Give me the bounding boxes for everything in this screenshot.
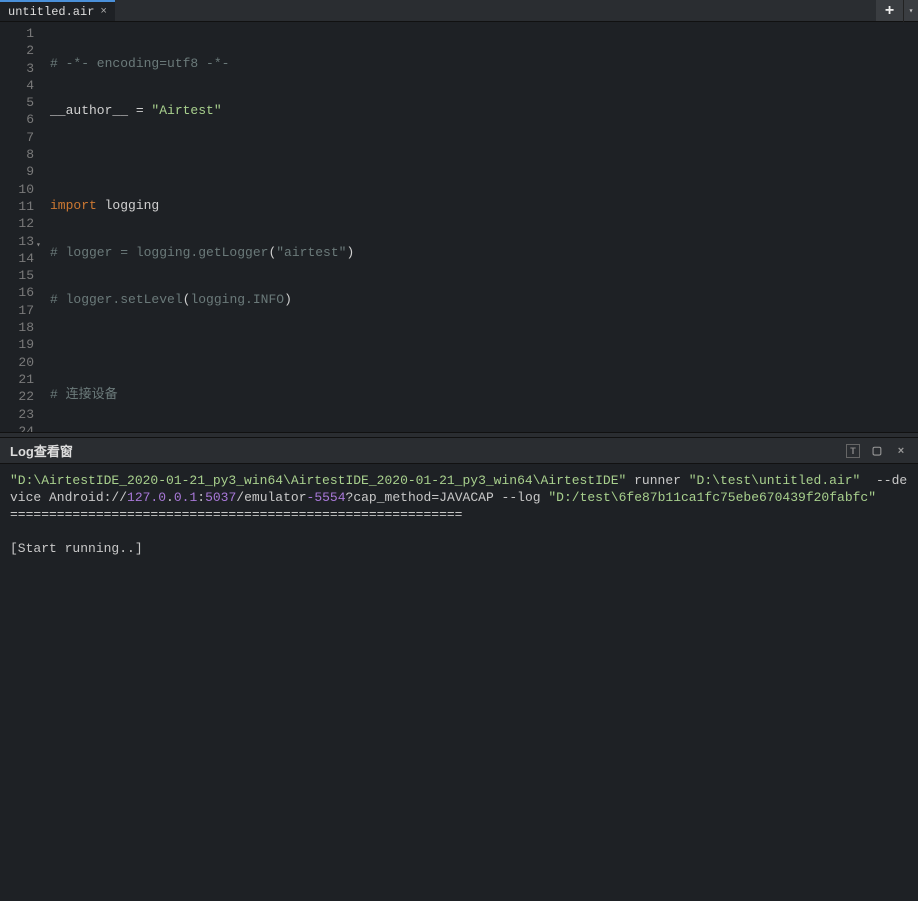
- line-number: 8: [0, 146, 40, 163]
- line-number: 19: [0, 336, 40, 353]
- dunder: __author__: [50, 103, 128, 118]
- log-output[interactable]: "D:\AirtestIDE_2020-01-21_py3_win64\Airt…: [0, 464, 918, 901]
- code-editor[interactable]: 1 2 3 4 5 6 7 8 9 10 11 12 13▾ 14 15 16 …: [0, 22, 918, 432]
- add-tab-button[interactable]: +: [876, 0, 904, 22]
- line-number: 5: [0, 94, 40, 111]
- log-start-running: [Start running..]: [10, 541, 143, 556]
- tab-dropdown-button[interactable]: ▾: [904, 0, 918, 22]
- line-number: 4: [0, 77, 40, 94]
- tabbar-spacer: [115, 0, 876, 21]
- string: "Airtest": [151, 103, 221, 118]
- tab-untitled[interactable]: untitled.air ×: [0, 0, 115, 21]
- line-number: 11: [0, 198, 40, 215]
- comment: # logger.setLevel: [50, 292, 183, 307]
- log-header-icons: T ▢ ×: [846, 444, 908, 458]
- maximize-icon[interactable]: ▢: [870, 444, 884, 458]
- line-number: 23: [0, 406, 40, 423]
- line-number: 10: [0, 181, 40, 198]
- log-panel-title: Log查看窗: [10, 441, 846, 460]
- line-number: 21: [0, 371, 40, 388]
- line-number: 14: [0, 250, 40, 267]
- tabbar-right: + ▾: [876, 0, 918, 21]
- line-number: 20: [0, 354, 40, 371]
- keyword-import: import: [50, 198, 97, 213]
- close-icon[interactable]: ×: [100, 6, 107, 18]
- comment: # 连接设备: [50, 387, 118, 402]
- line-number: 22: [0, 388, 40, 405]
- line-number: 9: [0, 163, 40, 180]
- line-number: 16: [0, 284, 40, 301]
- line-number: 18: [0, 319, 40, 336]
- comment: # -*- encoding=utf8 -*-: [50, 56, 229, 71]
- line-number: 13▾: [0, 233, 40, 250]
- line-number: 6: [0, 111, 40, 128]
- line-number: 17: [0, 302, 40, 319]
- comment: # logger = logging.getLogger: [50, 245, 268, 260]
- line-number: 1: [0, 25, 40, 42]
- line-number: 2: [0, 42, 40, 59]
- filter-icon[interactable]: T: [846, 444, 860, 458]
- line-number: 7: [0, 129, 40, 146]
- line-number: 3: [0, 60, 40, 77]
- code-area[interactable]: # -*- encoding=utf8 -*- __author__ = "Ai…: [40, 22, 918, 432]
- log-panel-header: Log查看窗 T ▢ ×: [0, 438, 918, 464]
- line-number: 24: [0, 423, 40, 432]
- line-number: 15: [0, 267, 40, 284]
- line-number: 12: [0, 215, 40, 232]
- tab-title: untitled.air: [8, 5, 94, 19]
- close-panel-icon[interactable]: ×: [894, 444, 908, 458]
- log-separator: ========================================…: [10, 507, 462, 522]
- tabbar: untitled.air × + ▾: [0, 0, 918, 22]
- log-path: "D:\AirtestIDE_2020-01-21_py3_win64\Airt…: [10, 473, 626, 488]
- line-gutter: 1 2 3 4 5 6 7 8 9 10 11 12 13▾ 14 15 16 …: [0, 22, 40, 432]
